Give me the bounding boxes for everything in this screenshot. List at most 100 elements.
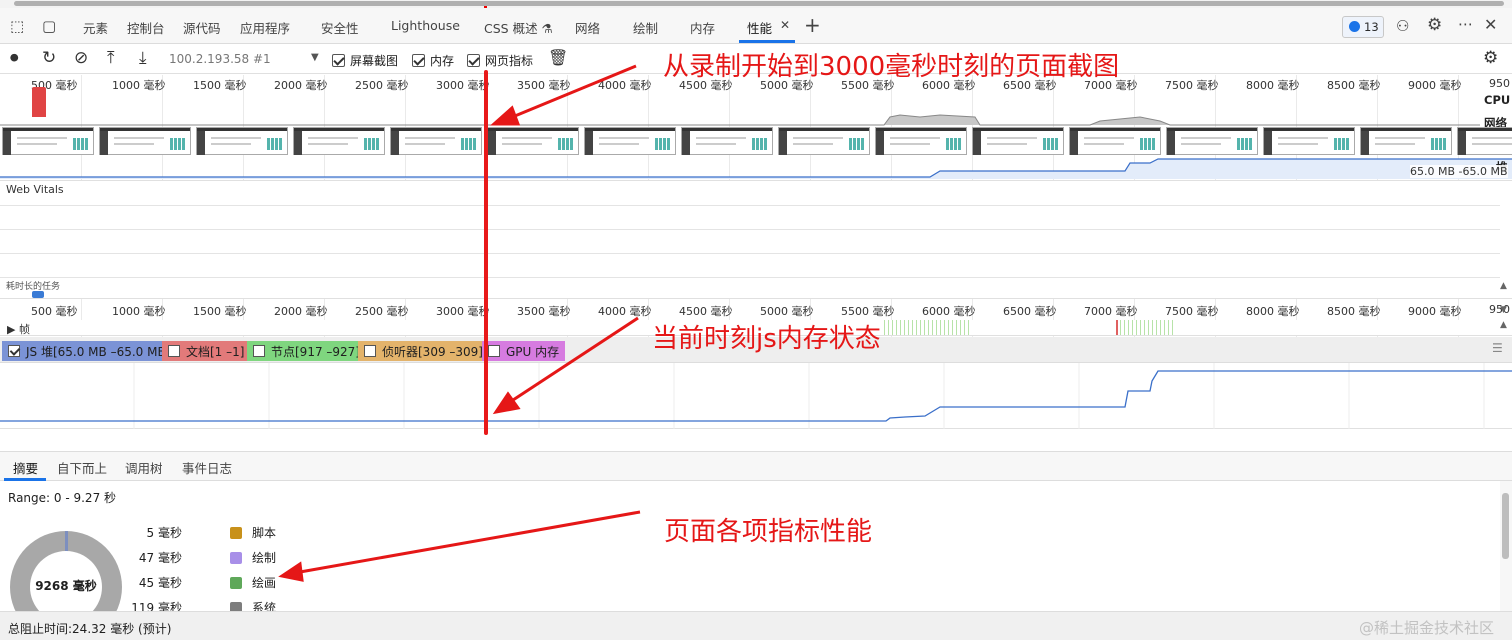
ruler-tick-label: 500 毫秒 <box>31 305 78 318</box>
tab-elements[interactable]: 元素 <box>83 18 108 37</box>
reload-record-icon[interactable]: ↻ <box>42 49 56 67</box>
screenshot-thumbnail[interactable] <box>1166 127 1258 155</box>
overview-tick-label: 9000 毫秒 <box>1408 79 1462 92</box>
frames-activity <box>1116 320 1174 335</box>
overview-tick-label: 8500 毫秒 <box>1327 79 1381 92</box>
long-task-marker[interactable] <box>32 291 44 298</box>
close-tab-icon[interactable]: ✕ <box>780 18 790 32</box>
top-scrollbar[interactable] <box>0 0 1512 9</box>
legend-gpu-memory[interactable]: GPU 内存 <box>482 341 566 361</box>
divider <box>0 253 1500 254</box>
screenshot-thumbnail[interactable] <box>584 127 676 155</box>
timeline-ruler[interactable]: 500 毫秒 1000 毫秒 1500 毫秒 2000 毫秒 2500 毫秒 3000 毫… <box>0 298 1512 339</box>
summary-scrollbar[interactable] <box>1500 481 1512 611</box>
upload-profile-icon[interactable]: ⤒ <box>107 49 115 67</box>
tab-application[interactable]: 应用程序 <box>240 18 290 37</box>
ruler-tick-label: 8000 毫秒 <box>1246 305 1300 318</box>
inspect-element-icon[interactable]: ⬚ <box>10 18 24 34</box>
issues-badge[interactable]: 13 <box>1342 16 1384 38</box>
screenshot-thumbnail[interactable] <box>972 127 1064 155</box>
more-options-icon[interactable]: ⋯ <box>1458 16 1473 32</box>
screenshot-thumbnail[interactable] <box>1263 127 1355 155</box>
download-profile-icon[interactable]: ⤓ <box>139 49 147 67</box>
cpu-activity-chart <box>0 114 1480 126</box>
ruler-tick-label: 3000 毫秒 <box>436 305 490 318</box>
tab-css-overview[interactable]: CSS 概述 ⚗ <box>484 18 553 37</box>
timeline-overview[interactable]: 500 毫秒 1000 毫秒 1500 毫秒 2000 毫秒 2500 毫秒 3000 毫… <box>0 75 1512 180</box>
overview-tick-label: 950 <box>1489 77 1510 90</box>
screenshot-thumbnail[interactable] <box>99 127 191 155</box>
legend-nodes[interactable]: 节点[917 –927] <box>247 341 366 361</box>
screenshot-thumbnail[interactable] <box>875 127 967 155</box>
scroll-up-icon[interactable]: ▲ <box>1500 281 1507 291</box>
divider <box>0 229 1500 230</box>
gear-icon[interactable]: ⚙ <box>1427 17 1442 34</box>
profile-select[interactable]: 100.2.193.58 #1 <box>169 52 271 66</box>
screenshots-checkbox[interactable]: 屏幕截图 <box>332 52 398 69</box>
add-tab-icon[interactable]: + <box>804 13 821 37</box>
top-scrollbar-thumb[interactable] <box>14 1 1504 6</box>
legend-listeners[interactable]: 侦听器[309 –309] <box>358 341 489 361</box>
tab-security[interactable]: 安全性 <box>321 18 359 37</box>
checkbox-box[interactable] <box>168 345 180 357</box>
memory-checkbox[interactable]: 内存 <box>412 52 454 69</box>
checkbox-box[interactable] <box>253 345 265 357</box>
scroll-up-icon[interactable]: ▲ <box>1500 320 1507 330</box>
scrollbar-thumb[interactable] <box>1502 493 1509 559</box>
clear-icon[interactable]: ⊘ <box>74 49 88 67</box>
tab-event-log[interactable]: 事件日志 <box>182 458 232 477</box>
checkbox-box[interactable] <box>332 54 345 67</box>
tab-sources[interactable]: 源代码 <box>183 18 221 37</box>
ruler-tick-label: 1500 毫秒 <box>193 305 247 318</box>
screenshot-thumbnail[interactable] <box>390 127 482 155</box>
js-heap-memory-chart[interactable] <box>0 363 1512 429</box>
checkbox-box[interactable] <box>467 54 480 67</box>
ruler-tick-label: 4000 毫秒 <box>598 305 652 318</box>
screenshot-thumbnail[interactable] <box>778 127 870 155</box>
screenshot-thumbnail[interactable] <box>196 127 288 155</box>
tab-rendering[interactable]: 绘制 <box>633 18 658 37</box>
checkbox-box[interactable] <box>8 345 20 357</box>
screenshot-thumbnail[interactable] <box>293 127 385 155</box>
tab-console[interactable]: 控制台 <box>127 18 165 37</box>
record-icon[interactable]: ⏺ <box>10 49 19 67</box>
tab-bottom-up[interactable]: 自下而上 <box>57 458 107 477</box>
screenshot-thumbnail[interactable] <box>1360 127 1452 155</box>
screenshot-filmstrip[interactable] <box>2 127 1512 157</box>
screenshot-thumbnail[interactable] <box>1069 127 1161 155</box>
checkbox-box[interactable] <box>488 345 500 357</box>
trash-icon[interactable]: 🗑 <box>548 49 568 67</box>
tab-performance[interactable]: 性能 <box>747 18 772 37</box>
screenshot-thumbnail[interactable] <box>487 127 579 155</box>
legend-documents[interactable]: 文档[1 –1] <box>162 341 251 361</box>
tab-network[interactable]: 网络 <box>575 18 600 37</box>
screenshot-thumbnail[interactable] <box>681 127 773 155</box>
close-devtools-icon[interactable]: ✕ <box>1484 17 1497 33</box>
connection-icon[interactable]: ⚇ <box>1396 18 1409 34</box>
tab-call-tree[interactable]: 调用树 <box>125 458 163 477</box>
drag-handle-icon[interactable]: ☰ <box>1492 341 1503 355</box>
checkbox-box[interactable] <box>412 54 425 67</box>
divider <box>0 277 1500 278</box>
tab-memory[interactable]: 内存 <box>690 18 715 37</box>
frames-track-label[interactable]: ▶ 帧 <box>7 321 30 337</box>
color-swatch <box>230 552 242 564</box>
web-vitals-track[interactable]: Web Vitals 耗时长的任务 ▲ <box>0 180 1512 298</box>
device-toolbar-icon[interactable]: ▢ <box>42 18 56 34</box>
webvitals-checkbox[interactable]: 网页指标 <box>467 52 533 69</box>
tab-lighthouse[interactable]: Lighthouse <box>391 18 460 33</box>
screenshot-thumbnail[interactable] <box>1457 127 1512 155</box>
scroll-down-icon[interactable]: ▼ <box>1500 305 1507 315</box>
overview-tick-label: 3500 毫秒 <box>517 79 571 92</box>
chevron-down-icon[interactable]: ▼ <box>311 52 319 63</box>
legend-js-heap[interactable]: JS 堆[65.0 MB –65.0 MB] <box>2 341 177 361</box>
tab-summary[interactable]: 摘要 <box>13 458 38 477</box>
ruler-tick-label: 4500 毫秒 <box>679 305 733 318</box>
annotation-memory-note: 当前时刻js内存状态 <box>652 324 881 354</box>
dropped-frame-marker <box>1116 320 1118 335</box>
checkbox-box[interactable] <box>364 345 376 357</box>
ruler-tick-label: 7000 毫秒 <box>1084 305 1138 318</box>
capture-settings-icon[interactable]: ⚙ <box>1483 49 1498 67</box>
color-swatch <box>230 527 242 539</box>
screenshot-thumbnail[interactable] <box>2 127 94 155</box>
